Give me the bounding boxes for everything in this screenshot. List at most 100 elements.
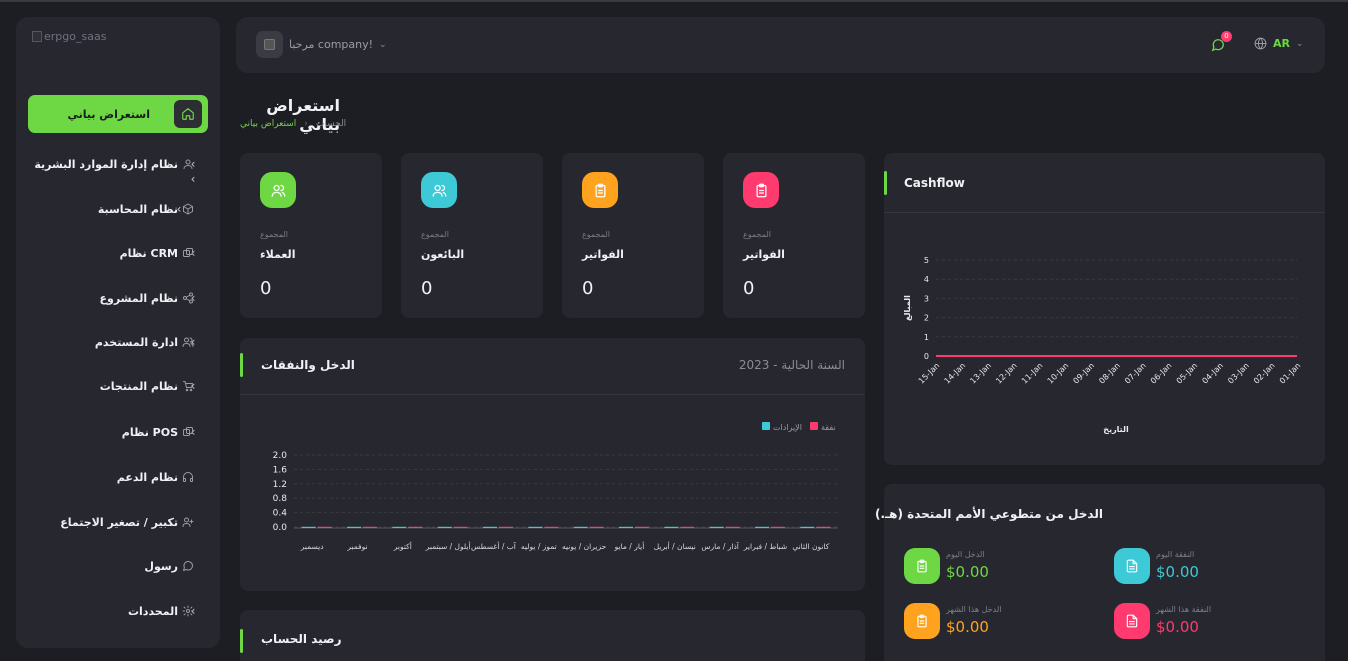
stat-title: البائعون (421, 248, 465, 261)
x-axis-title: التاريخ (1103, 425, 1129, 434)
y-tick-label: 0.8 (273, 494, 288, 504)
y-axis-title: المبالغ (903, 295, 912, 321)
un-item-label: النفقة هذا الشهر (1156, 605, 1212, 614)
stat-subtitle: المجموع (260, 230, 288, 239)
x-tick-label: كانون الثاني (792, 542, 829, 551)
un-income-item: الدخل اليوم $0.00 (904, 548, 1104, 584)
share-icon (183, 292, 193, 304)
sidebar-item-label: نظام إدارة الموارد البشرية (34, 157, 178, 171)
bar (664, 526, 679, 528)
x-tick-label: أيلول / سبتمبر (425, 541, 471, 551)
y-tick-label: 5 (924, 256, 929, 265)
bar (483, 526, 497, 528)
x-tick-label: 10-Jan (1046, 361, 1071, 386)
bar (619, 526, 633, 528)
sidebar-item-1[interactable]: ‹ ‹ نظام إدارة الموارد البشرية (28, 145, 208, 186)
sidebar-item-9[interactable]: تكبير / تصغير الاجتماع (28, 503, 208, 541)
un-item-icon-badge (904, 603, 940, 639)
y-tick-label: 4 (924, 275, 929, 284)
notification-count-badge: 0 (1221, 31, 1232, 42)
accent-bar (240, 629, 243, 653)
stat-icon-badge (421, 172, 457, 208)
un-income-card: الدخل من متطوعي الأمم المتحدة (هـ.) الدخ… (875, 484, 1325, 661)
sidebar-icon (180, 603, 196, 619)
bar (771, 526, 785, 528)
un-income-item: النفقة اليوم $0.00 (1114, 548, 1314, 584)
stat-subtitle: المجموع (421, 230, 449, 239)
sidebar-icon (180, 558, 196, 574)
stat-value: 0 (743, 278, 755, 299)
un-item-value: $0.00 (946, 618, 989, 636)
stat-icon-badge (582, 172, 618, 208)
breadcrumb-account[interactable]: الحساب (316, 119, 346, 129)
un-item-label: الدخل هذا الشهر (946, 605, 1002, 614)
bar (301, 526, 316, 528)
bar (635, 526, 649, 528)
sidebar-icon (180, 424, 196, 440)
logo[interactable]: erpgo_saas (32, 30, 106, 43)
cart-icon (183, 381, 193, 392)
sidebar-icon-box (174, 100, 202, 128)
box-icon (183, 203, 193, 215)
bar (725, 526, 740, 528)
bar (755, 526, 769, 528)
stat-icon-badge (743, 172, 779, 208)
bar (408, 526, 423, 528)
sidebar-item-4[interactable]: ‹ نظام المشروع (28, 279, 208, 317)
sidebar-item-0[interactable]: ‹استعراض بياني (28, 95, 208, 133)
sidebar-icon (180, 245, 196, 261)
income-expense-card: الدخل والنفقات السنة الحالية - 2023 0.0 0… (240, 338, 865, 591)
clipboard-icon (595, 183, 605, 197)
users-icon (271, 184, 285, 197)
sidebar-item-label: تكبير / تصغير الاجتماع (60, 515, 178, 529)
x-tick-label: آذار / مارس (701, 541, 739, 551)
sidebar-icon (180, 334, 196, 350)
y-tick-label: 1 (924, 333, 929, 342)
x-tick-label: أكتوبر (393, 541, 412, 551)
clipboard-icon (756, 183, 766, 197)
sidebar-icon (180, 290, 196, 306)
stat-subtitle: المجموع (743, 230, 771, 239)
sidebar-item-5[interactable]: ‹ ادارة المستخدم (28, 323, 208, 361)
messages-button[interactable]: 0 (1211, 31, 1232, 53)
stat-title: الفواتير (582, 248, 624, 261)
sidebar-item-11[interactable]: ‹ المحددات (28, 592, 208, 630)
broken-image-icon (32, 31, 42, 42)
sidebar-item-7[interactable]: ‹ نظام POS (28, 413, 208, 451)
sidebar-item-3[interactable]: ‹ نظام CRM (28, 234, 208, 272)
language-code: AR (1273, 37, 1290, 50)
user-icon (183, 159, 193, 169)
sidebar-item-8[interactable]: نظام الدعم (28, 458, 208, 496)
x-tick-label: 02-Jan (1252, 361, 1277, 386)
stat-card: المجموع البائعون 0 (401, 153, 543, 318)
logo-alt-text: erpgo_saas (44, 30, 107, 43)
clipboard-icon (917, 559, 927, 573)
y-tick-label: 1.2 (273, 480, 287, 490)
bar (816, 526, 831, 528)
sidebar-item-10[interactable]: رسول (28, 547, 208, 585)
sidebar-icon (180, 201, 196, 217)
sidebar-icon (180, 378, 196, 394)
x-tick-label: شباط / فبراير (743, 542, 787, 551)
sidebar-item-label: نظام المشروع (99, 291, 178, 305)
x-tick-label: أيار / مايو (614, 541, 645, 551)
un-item-value: $0.00 (1156, 563, 1199, 581)
y-tick-label: 1.6 (273, 465, 288, 475)
x-tick-label: 04-Jan (1200, 361, 1225, 386)
x-tick-label: 06-Jan (1149, 361, 1174, 386)
y-tick-label: 0.0 (273, 523, 288, 533)
globe-icon (1254, 37, 1267, 50)
sidebar-icon (180, 514, 196, 530)
legend-swatch (810, 422, 818, 430)
account-balance-title: رصيد الحساب (261, 632, 342, 646)
x-tick-label: 15-Jan (917, 361, 942, 386)
file-icon (1126, 614, 1138, 628)
layers-icon (183, 427, 193, 436)
company-switcher[interactable]: مرحبا company! ⌄ (256, 31, 387, 58)
sidebar-item-6[interactable]: ‹ نظام المنتجات (28, 367, 208, 405)
sidebar-item-2[interactable]: ‹ نظام المحاسبة (28, 190, 208, 228)
x-tick-label: 09-Jan (1071, 361, 1096, 386)
sidebar: erpgo_saas ‹استعراض بياني ‹‹نظام إدارة ال… (16, 17, 220, 648)
language-switcher[interactable]: AR ⌄ (1254, 37, 1304, 50)
un-income-item: الدخل هذا الشهر $0.00 (904, 603, 1104, 639)
